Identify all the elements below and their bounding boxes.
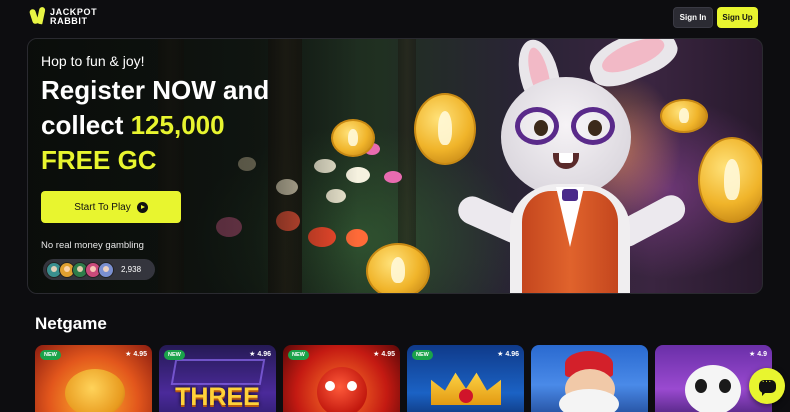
star-icon: ★: [249, 351, 256, 358]
rabbit-ears-logo-icon: [28, 6, 46, 27]
top-header: JACKPOT RABBIT Sign In Sign Up: [0, 0, 790, 36]
star-icon: ★: [373, 351, 380, 358]
new-badge: NEW: [164, 350, 185, 360]
game-title-three: THREE: [175, 383, 260, 411]
devil-eye: [325, 381, 335, 391]
chat-icon: [758, 376, 776, 396]
hero-title-line-1: Register NOW and: [41, 75, 270, 105]
panda-eye: [695, 379, 707, 393]
rating-value: 4.96: [257, 350, 271, 358]
devil-character: [317, 367, 367, 412]
santa-beard: [559, 389, 619, 412]
new-badge: NEW: [288, 350, 309, 360]
star-icon: ★: [748, 351, 756, 358]
logo[interactable]: JACKPOT RABBIT: [28, 6, 97, 27]
rabbit-mascot: [438, 39, 698, 293]
hero-title-line-3: FREE GC: [41, 145, 157, 175]
avatar: [98, 261, 114, 278]
coin-icon: [366, 243, 430, 293]
hero-title: Register NOW and collect 125,000 FREE GC: [41, 73, 311, 178]
rabbit-eye: [588, 120, 602, 136]
sign-in-button[interactable]: Sign In: [673, 7, 713, 28]
player-count: 2,938: [121, 265, 142, 274]
rabbit-eye: [534, 120, 548, 136]
glasses-lens: [515, 107, 559, 145]
pig-character: [65, 369, 125, 412]
flower: [384, 171, 402, 183]
game-card[interactable]: NEW ★ 4.95: [283, 345, 400, 412]
logo-text: JACKPOT RABBIT: [50, 7, 97, 27]
rabbit-teeth: [559, 153, 573, 163]
game-rating: ★ 4.9: [748, 350, 767, 359]
hero-title-amount: 125,000: [130, 110, 225, 140]
glasses-lens: [571, 107, 615, 145]
game-rating: ★ 4.96: [497, 350, 519, 359]
coin-icon: [698, 137, 762, 223]
devil-eye: [347, 381, 357, 391]
coin-icon: [331, 119, 375, 157]
game-card[interactable]: THREE NEW ★ 4.96: [159, 345, 276, 412]
active-players-pill: 2,938: [43, 259, 155, 280]
chat-support-button[interactable]: [749, 368, 785, 404]
rabbit-head: [501, 77, 631, 197]
play-icon: [136, 201, 148, 213]
games-row: NEW ★ 4.95 THREE NEW ★ 4.96 NEW ★ 4.95 NEW …: [35, 345, 790, 412]
star-icon: ★: [497, 351, 504, 358]
hero-tagline: Hop to fun & joy!: [41, 53, 145, 69]
rating-value: 4.96: [505, 350, 519, 358]
new-badge: NEW: [40, 350, 61, 360]
hero-title-line-2: collect 125,000: [41, 108, 311, 143]
rabbit-bowtie: [562, 189, 578, 201]
rating-value: 4.95: [133, 350, 147, 358]
game-rating: ★ 4.96: [249, 350, 271, 359]
star-icon: ★: [125, 351, 132, 358]
hero-title-prefix: collect: [41, 110, 131, 140]
game-card[interactable]: NEW ★ 4.95: [35, 345, 152, 412]
section-title: Netgame: [35, 314, 107, 333]
logo-line-2: RABBIT: [50, 16, 88, 26]
rating-value: 4.9: [757, 350, 767, 358]
new-badge: NEW: [412, 350, 433, 360]
panda-eye: [719, 379, 731, 393]
game-rating: ★ 4.95: [373, 350, 395, 359]
start-to-play-button[interactable]: Start To Play: [41, 191, 181, 223]
hero-banner: Hop to fun & joy! Register NOW and colle…: [27, 38, 763, 294]
no-real-money-disclaimer: No real money gambling: [41, 240, 144, 251]
game-card[interactable]: NEW ★ 4.96: [407, 345, 524, 412]
crown-gem: [459, 389, 473, 403]
sign-up-button[interactable]: Sign Up: [717, 7, 758, 28]
rating-value: 4.95: [381, 350, 395, 358]
game-rating: ★ 4.95: [125, 350, 147, 359]
start-to-play-label: Start To Play: [74, 201, 131, 213]
panda-face: [685, 365, 741, 412]
game-card[interactable]: [531, 345, 648, 412]
game-frame: [170, 359, 266, 385]
